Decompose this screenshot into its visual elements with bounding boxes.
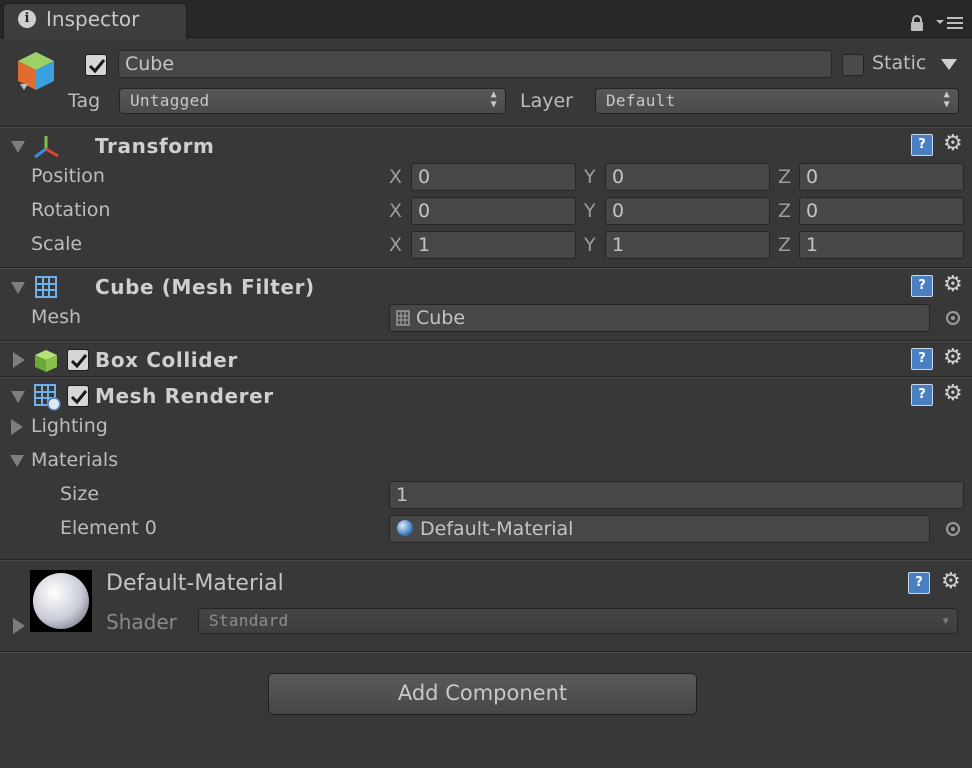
element0-object-field[interactable]: Default-Material bbox=[389, 515, 930, 543]
static-label: Static bbox=[872, 52, 927, 74]
transform-foldout-icon[interactable] bbox=[11, 141, 25, 153]
rotation-x-field[interactable]: 0 bbox=[411, 197, 576, 225]
size-label: Size bbox=[60, 483, 100, 505]
axis-label-z[interactable]: Z bbox=[778, 166, 791, 188]
mesh-renderer-title[interactable]: Mesh Renderer bbox=[95, 384, 274, 408]
position-z-field[interactable]: 0 bbox=[799, 163, 964, 191]
mesh-renderer-foldout-icon[interactable] bbox=[11, 391, 25, 403]
material-preview bbox=[30, 570, 92, 632]
active-checkbox[interactable] bbox=[85, 54, 107, 76]
mesh-filter-title[interactable]: Cube (Mesh Filter) bbox=[95, 275, 315, 299]
element0-label: Element 0 bbox=[60, 517, 157, 539]
tag-dropdown-value: Untagged bbox=[130, 91, 210, 110]
tag-dropdown[interactable]: Untagged ▲ ▼ bbox=[119, 88, 506, 114]
position-y-field[interactable]: 0 bbox=[605, 163, 770, 191]
info-icon: i bbox=[18, 10, 36, 28]
lock-icon[interactable] bbox=[910, 14, 924, 31]
material-foldout-icon[interactable] bbox=[13, 618, 25, 634]
static-checkbox[interactable] bbox=[842, 54, 864, 76]
help-icon[interactable]: ? bbox=[908, 572, 930, 594]
axis-label-z[interactable]: Z bbox=[778, 234, 791, 256]
inspector-tab-label: Inspector bbox=[46, 7, 140, 31]
separator bbox=[0, 340, 972, 342]
gear-icon[interactable]: ⚙ bbox=[943, 383, 969, 407]
lighting-foldout-icon[interactable] bbox=[11, 419, 23, 435]
materials-foldout-icon[interactable] bbox=[10, 455, 24, 467]
shader-label: Shader bbox=[106, 610, 177, 634]
layer-dropdown-value: Default bbox=[606, 91, 676, 110]
help-icon[interactable]: ? bbox=[911, 384, 933, 406]
add-component-button[interactable]: Add Component bbox=[268, 673, 697, 715]
help-icon[interactable]: ? bbox=[911, 134, 933, 156]
transform-icon bbox=[32, 134, 60, 160]
scale-x-field[interactable]: 1 bbox=[411, 231, 576, 259]
box-collider-icon bbox=[33, 348, 59, 374]
gear-icon[interactable]: ⚙ bbox=[943, 274, 969, 298]
box-collider-title[interactable]: Box Collider bbox=[95, 348, 238, 372]
object-picker-icon[interactable] bbox=[946, 311, 960, 325]
separator bbox=[0, 651, 972, 653]
axis-label-x[interactable]: X bbox=[389, 234, 402, 256]
box-collider-foldout-icon[interactable] bbox=[13, 352, 25, 368]
axis-label-x[interactable]: X bbox=[389, 200, 402, 222]
material-sphere-icon bbox=[396, 518, 414, 536]
gear-icon[interactable]: ⚙ bbox=[943, 347, 969, 371]
scale-y-field[interactable]: 1 bbox=[605, 231, 770, 259]
tag-label: Tag bbox=[68, 90, 101, 112]
rotation-label: Rotation bbox=[31, 199, 111, 221]
separator bbox=[0, 267, 972, 269]
lighting-label[interactable]: Lighting bbox=[31, 415, 108, 437]
gear-icon[interactable]: ⚙ bbox=[941, 571, 967, 595]
material-name: Default-Material bbox=[106, 571, 284, 596]
element0-value: Default-Material bbox=[420, 518, 574, 540]
help-icon[interactable]: ? bbox=[911, 275, 933, 297]
separator bbox=[0, 126, 972, 128]
object-name-field[interactable]: Cube bbox=[118, 50, 832, 78]
scale-z-field[interactable]: 1 bbox=[799, 231, 964, 259]
mesh-icon bbox=[396, 307, 410, 326]
shader-dropdown-value: Standard bbox=[209, 611, 289, 630]
dropdown-arrow-icon: ▼ bbox=[942, 616, 949, 627]
scale-label: Scale bbox=[31, 233, 83, 255]
materials-label[interactable]: Materials bbox=[31, 449, 118, 471]
shader-dropdown[interactable]: Standard ▼ bbox=[198, 608, 958, 634]
updown-arrows-icon: ▲ ▼ bbox=[490, 89, 497, 110]
tab-menu-icon[interactable] bbox=[935, 14, 965, 30]
mesh-value: Cube bbox=[416, 307, 466, 329]
mesh-label: Mesh bbox=[31, 306, 82, 328]
gameobject-icon bbox=[14, 50, 58, 94]
position-label: Position bbox=[31, 165, 105, 187]
axis-label-y[interactable]: Y bbox=[584, 200, 596, 222]
help-icon[interactable]: ? bbox=[911, 348, 933, 370]
layer-label: Layer bbox=[520, 90, 573, 112]
updown-arrows-icon: ▲ ▼ bbox=[943, 89, 950, 110]
axis-label-y[interactable]: Y bbox=[584, 166, 596, 188]
axis-label-y[interactable]: Y bbox=[584, 234, 596, 256]
rotation-z-field[interactable]: 0 bbox=[799, 197, 964, 225]
separator bbox=[0, 559, 972, 561]
position-x-field[interactable]: 0 bbox=[411, 163, 576, 191]
object-picker-icon[interactable] bbox=[946, 522, 960, 536]
mesh-renderer-icon bbox=[33, 383, 61, 411]
separator bbox=[0, 376, 972, 378]
materials-size-field[interactable]: 1 bbox=[389, 481, 964, 509]
mesh-filter-foldout-icon[interactable] bbox=[11, 282, 25, 294]
box-collider-enabled-checkbox[interactable] bbox=[67, 349, 89, 371]
transform-title[interactable]: Transform bbox=[95, 134, 215, 158]
axis-label-z[interactable]: Z bbox=[778, 200, 791, 222]
mesh-renderer-enabled-checkbox[interactable] bbox=[67, 385, 89, 407]
rotation-y-field[interactable]: 0 bbox=[605, 197, 770, 225]
mesh-filter-icon bbox=[34, 275, 58, 299]
axis-label-x[interactable]: X bbox=[389, 166, 402, 188]
gear-icon[interactable]: ⚙ bbox=[943, 133, 969, 157]
mesh-object-field[interactable]: Cube bbox=[389, 304, 930, 332]
static-dropdown-arrow-icon[interactable] bbox=[941, 59, 957, 70]
layer-dropdown[interactable]: Default ▲ ▼ bbox=[595, 88, 959, 114]
